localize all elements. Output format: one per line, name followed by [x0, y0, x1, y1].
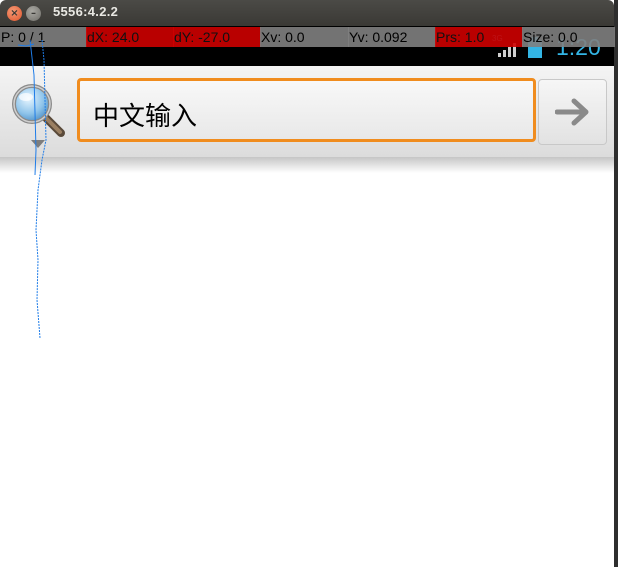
pointer-count: P: 0 / 1	[0, 27, 87, 47]
search-engine-dropdown-icon[interactable]	[31, 140, 45, 148]
pointer-size: Size: 0.0	[522, 27, 615, 47]
search-input[interactable]: 中文输入	[77, 78, 536, 142]
window-right-edge	[614, 0, 618, 567]
window-minimize-button[interactable]: –	[26, 6, 41, 21]
pointer-dx: dX: 24.0	[86, 27, 174, 47]
pointer-pressure: Prs: 1.0	[435, 27, 523, 47]
window-titlebar: × – 5556:4.2.2	[0, 0, 614, 26]
pointer-yv: Yv: 0.092	[348, 27, 436, 47]
search-go-button[interactable]	[538, 79, 607, 145]
arrow-right-icon	[555, 98, 589, 126]
window-title: 5556:4.2.2	[53, 4, 119, 19]
pointer-xv: Xv: 0.0	[260, 27, 349, 47]
pointer-dy: dY: -27.0	[173, 27, 261, 47]
search-bar-shadow	[0, 157, 614, 173]
pointer-location-overlay: P: 0 / 1 dX: 24.0 dY: -27.0 Xv: 0.0 Yv: …	[0, 27, 615, 47]
window-close-button[interactable]: ×	[7, 6, 22, 21]
magnifier-icon[interactable]	[10, 82, 66, 138]
search-query-text: 中文输入	[93, 102, 198, 132]
